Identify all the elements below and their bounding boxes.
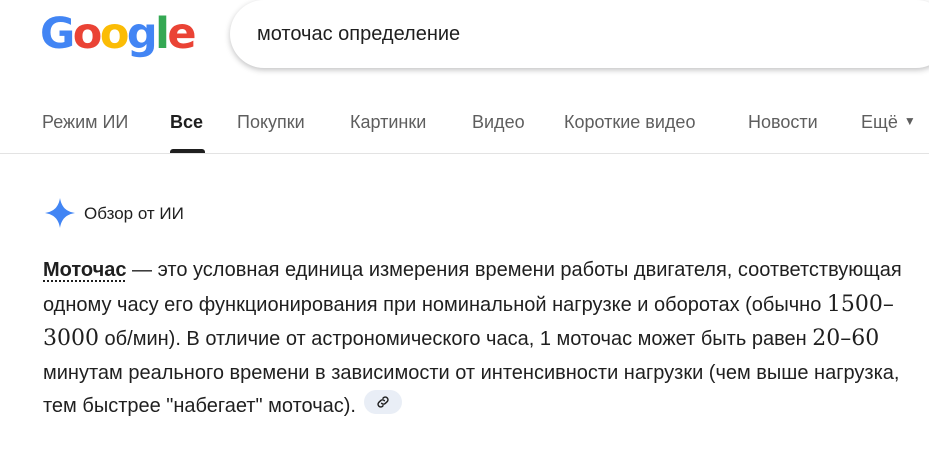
logo-letter: e <box>167 9 196 59</box>
google-logo[interactable]: Google <box>40 9 197 59</box>
tab-ai-mode[interactable]: Режим ИИ <box>42 112 128 133</box>
tab-news[interactable]: Новости <box>748 112 818 133</box>
tab-all[interactable]: Все <box>170 112 203 133</box>
sparkle-icon <box>45 198 75 228</box>
logo-letter: g <box>126 9 158 59</box>
logo-letter: o <box>99 9 130 59</box>
chevron-down-icon: ▼ <box>903 114 916 128</box>
tab-more[interactable]: Ещё ▼ <box>861 112 916 133</box>
tab-more-label: Ещё <box>861 112 898 132</box>
minutes-range: 20–60 <box>812 326 880 351</box>
logo-letter: G <box>40 9 75 59</box>
ai-overview-answer: Моточас — это условная единица измерения… <box>43 254 913 424</box>
answer-text: — это условная единица измерения времени… <box>43 259 902 316</box>
tab-short-videos[interactable]: Короткие видео <box>564 112 695 133</box>
logo-letter: l <box>155 9 170 59</box>
ai-overview-title: Обзор от ИИ <box>84 204 184 223</box>
search-tabs: Режим ИИ Все Покупки Картинки Видео Коро… <box>0 98 929 154</box>
source-link-button[interactable] <box>363 390 402 414</box>
term-link[interactable]: Моточас <box>43 259 127 281</box>
answer-text: об/мин). В отличие от астрономического ч… <box>99 328 813 350</box>
active-tab-indicator <box>170 149 205 153</box>
search-input[interactable] <box>257 18 897 50</box>
search-results-page: Google Режим ИИ Все Покупки Картинки Вид… <box>0 0 929 475</box>
tab-videos[interactable]: Видео <box>472 112 525 133</box>
link-icon <box>377 396 389 408</box>
tab-images[interactable]: Картинки <box>350 112 426 133</box>
answer-text: минутам реального времени в зависимости … <box>43 361 900 418</box>
tab-shopping[interactable]: Покупки <box>237 112 305 133</box>
logo-letter: o <box>72 9 103 59</box>
search-box[interactable] <box>230 0 929 68</box>
